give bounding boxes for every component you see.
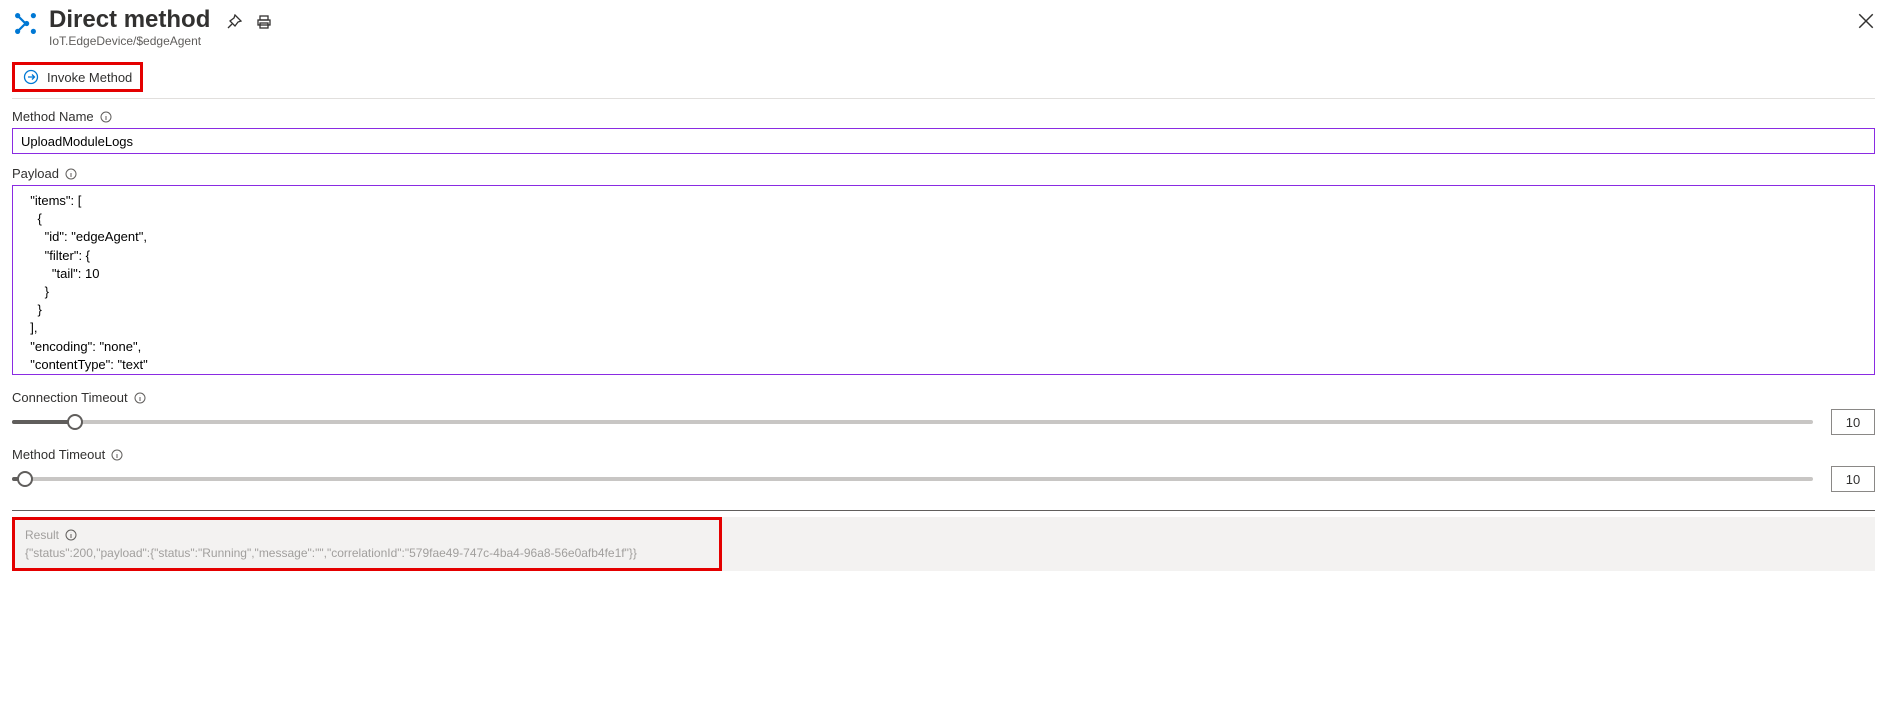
method-name-label: Method Name	[12, 109, 94, 124]
method-timeout-label: Method Timeout	[12, 447, 105, 462]
invoke-method-label: Invoke Method	[47, 70, 132, 85]
print-icon[interactable]	[256, 14, 272, 30]
invoke-method-button[interactable]: Invoke Method	[12, 62, 143, 92]
connection-timeout-label: Connection Timeout	[12, 390, 128, 405]
method-name-input[interactable]	[12, 128, 1875, 154]
info-icon[interactable]	[111, 449, 123, 461]
payload-label: Payload	[12, 166, 59, 181]
page-title: Direct method	[49, 6, 210, 34]
invoke-icon	[23, 69, 39, 85]
info-icon[interactable]	[65, 529, 77, 541]
payload-input[interactable]	[12, 185, 1875, 375]
close-icon[interactable]	[1857, 12, 1875, 30]
info-icon[interactable]	[100, 111, 112, 123]
connection-timeout-value[interactable]: 10	[1831, 409, 1875, 435]
pin-icon[interactable]	[226, 14, 242, 30]
method-timeout-value[interactable]: 10	[1831, 466, 1875, 492]
connection-timeout-slider[interactable]	[12, 412, 1813, 432]
result-value: {"status":200,"payload":{"status":"Runni…	[25, 546, 1862, 560]
method-timeout-slider[interactable]	[12, 469, 1813, 489]
result-section: Result {"status":200,"payload":{"status"…	[12, 517, 1875, 571]
info-icon[interactable]	[65, 168, 77, 180]
page-subtitle: IoT.EdgeDevice/$edgeAgent	[49, 34, 210, 48]
info-icon[interactable]	[134, 392, 146, 404]
result-label: Result	[25, 528, 59, 542]
direct-method-icon	[12, 10, 39, 37]
